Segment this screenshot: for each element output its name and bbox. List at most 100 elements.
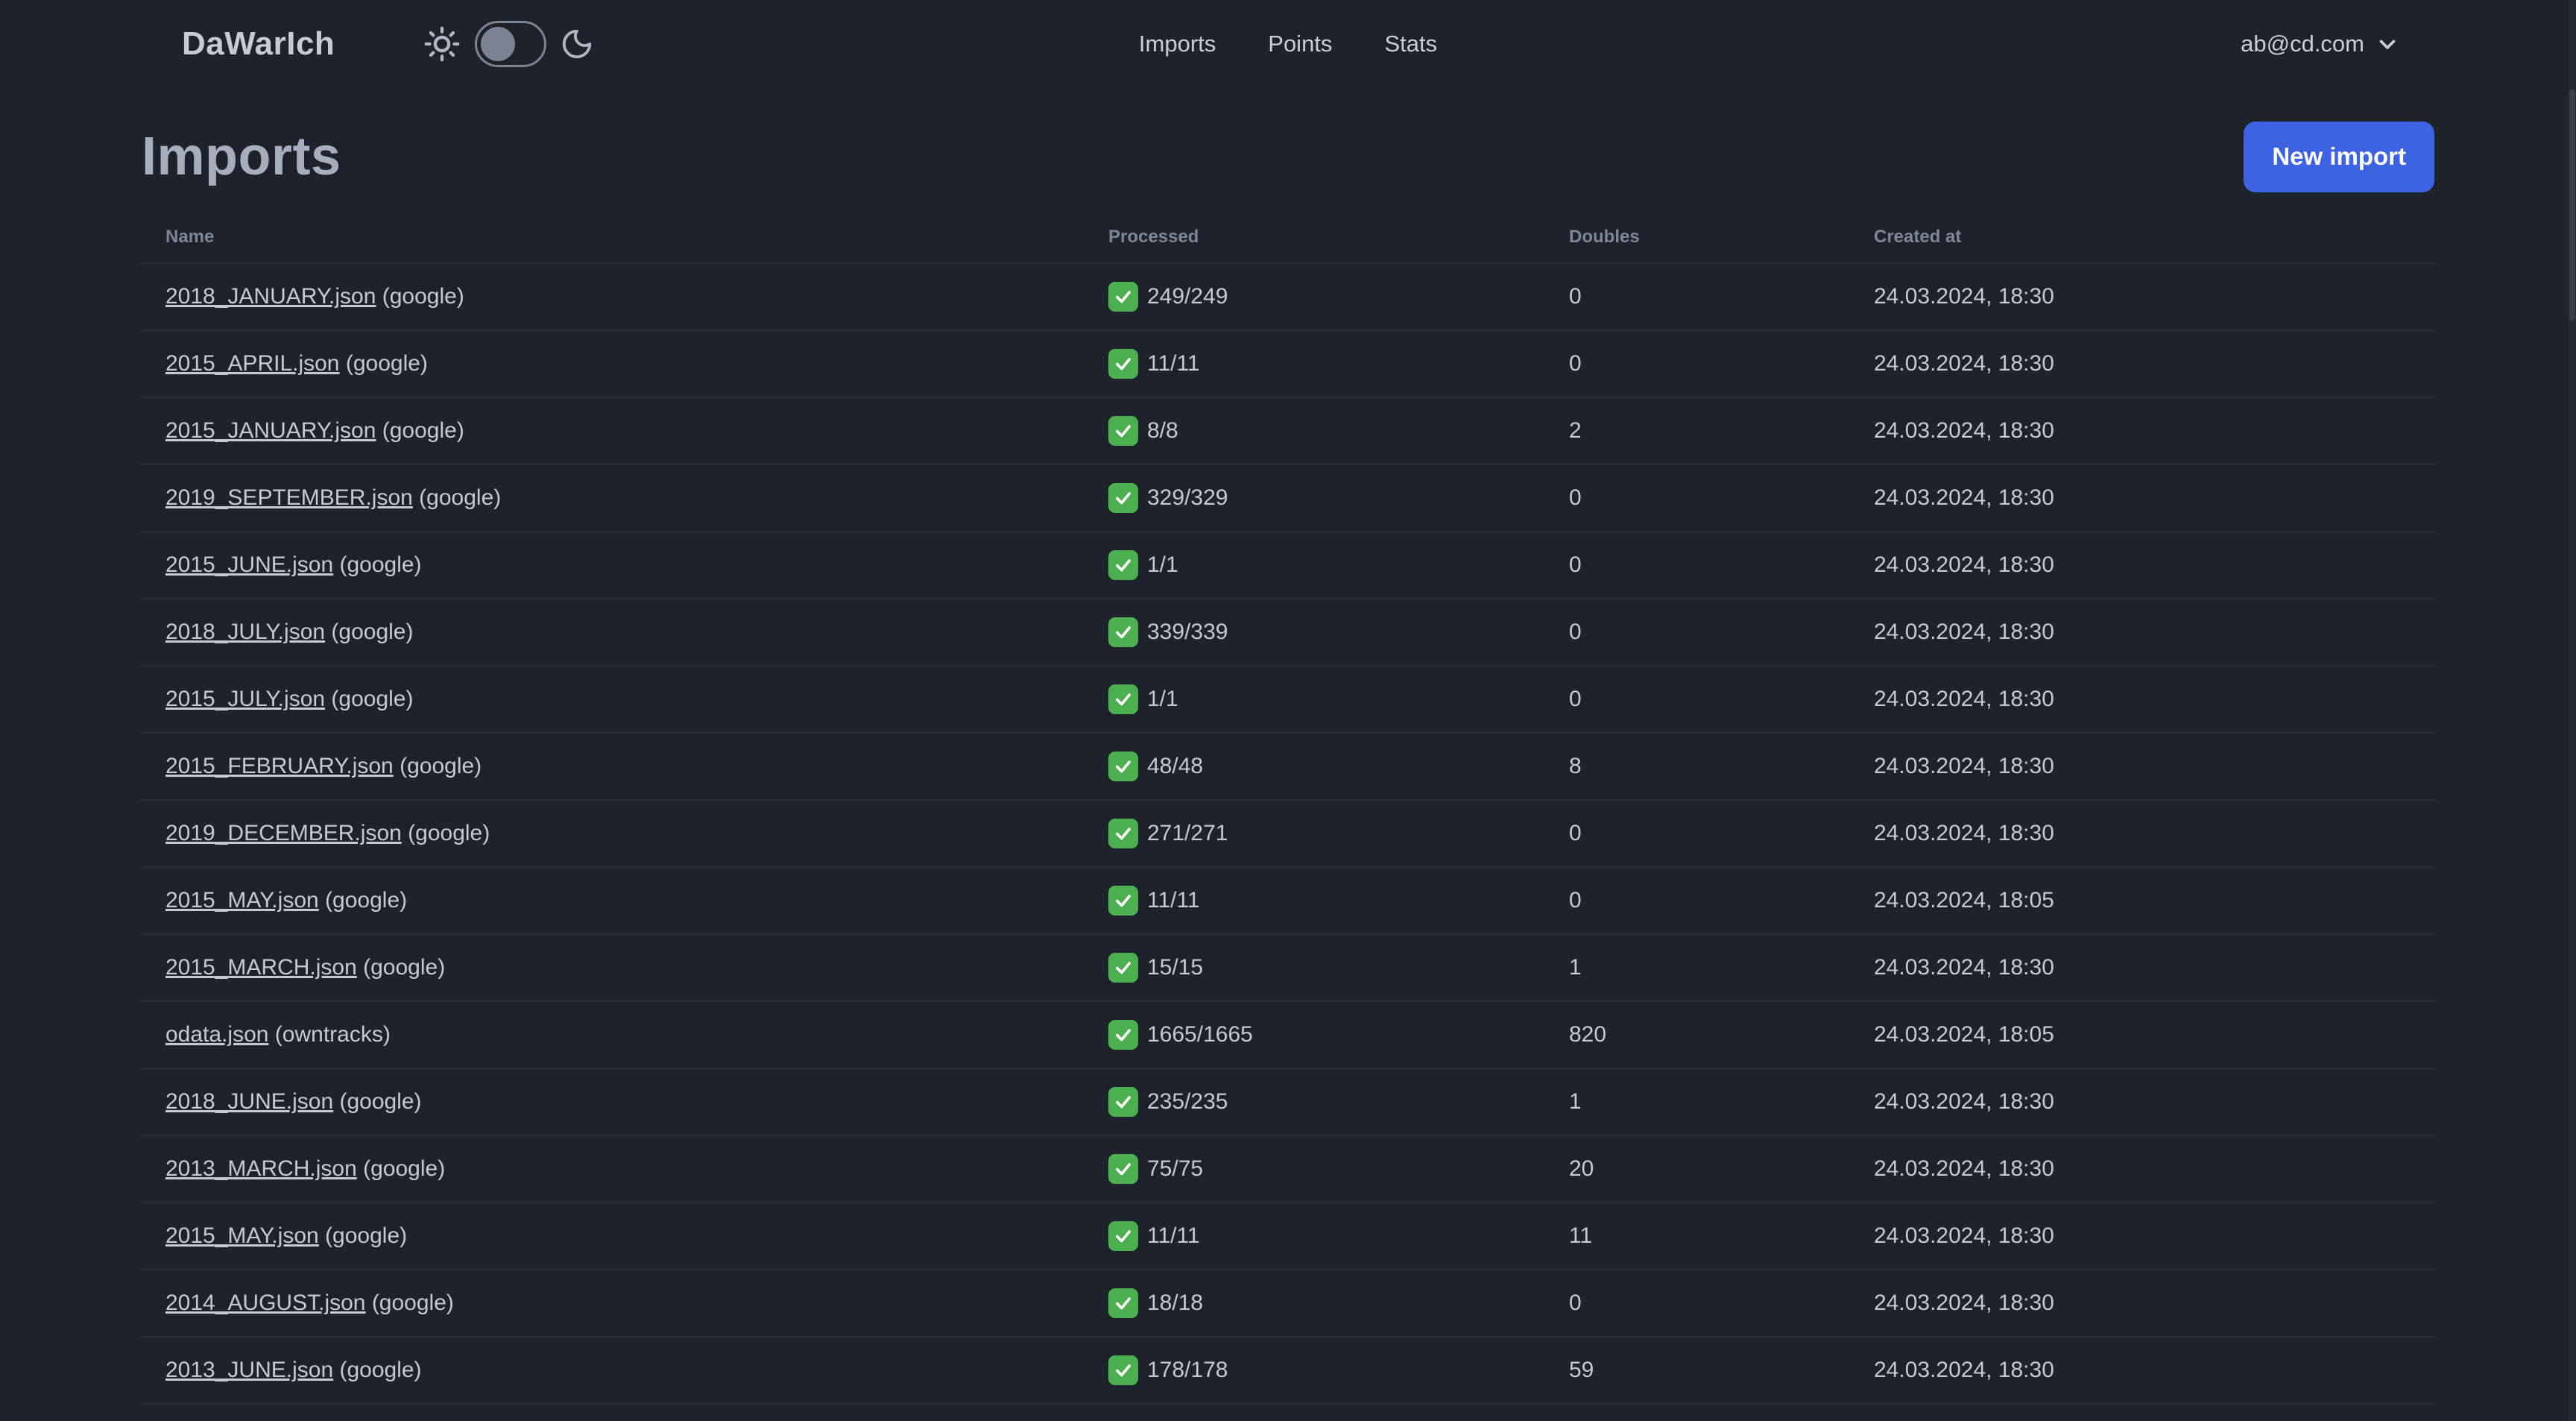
processed-count: 329/329 <box>1147 485 1228 510</box>
import-file-link[interactable]: 2015_MARCH.json <box>165 955 357 980</box>
success-check-icon <box>1108 1154 1138 1184</box>
success-check-icon <box>1108 349 1138 379</box>
import-file-link[interactable]: 2015_APRIL.json <box>165 351 340 376</box>
success-check-icon <box>1108 819 1138 848</box>
page-title: Imports <box>142 127 341 186</box>
table-row: 2019_DECEMBER.json (google) 271/271 0 24.03… <box>142 801 2434 868</box>
success-check-icon <box>1108 684 1138 714</box>
processed-count: 249/249 <box>1147 284 1228 309</box>
table-row: 2018_JANUARY.json (google) 249/249 0 24.03.… <box>142 264 2434 331</box>
import-source: (google) <box>376 284 464 309</box>
nav-link-stats[interactable]: Stats <box>1384 31 1437 57</box>
import-source: (owntracks) <box>268 1022 391 1047</box>
cell-processed: 271/271 <box>1085 819 1545 848</box>
cell-created-at: 24.03.2024, 18:30 <box>1874 485 2054 510</box>
import-source: (google) <box>333 552 422 577</box>
chevron-down-icon <box>2375 31 2400 57</box>
theme-toggle-switch[interactable] <box>475 21 547 67</box>
cell-name: 2014_AUGUST.json (google) <box>142 1291 1085 1316</box>
import-file-link[interactable]: 2018_JUNE.json <box>165 1089 333 1114</box>
import-source: (google) <box>393 754 482 778</box>
import-file-link[interactable]: 2013_MARCH.json <box>165 1156 357 1181</box>
cell-name: 2015_JULY.json (google) <box>142 687 1085 712</box>
account-menu[interactable]: ab@cd.com <box>2241 31 2400 57</box>
cell-processed: 1/1 <box>1085 684 1545 714</box>
success-check-icon <box>1108 617 1138 647</box>
nav-link-points[interactable]: Points <box>1268 31 1332 57</box>
scrollbar[interactable] <box>2569 0 2576 1421</box>
import-source: (google) <box>356 1156 446 1181</box>
cell-doubles: 1 <box>1569 955 1582 980</box>
processed-count: 178/178 <box>1147 1358 1228 1382</box>
cell-created-at: 24.03.2024, 18:30 <box>1874 754 2054 778</box>
cell-doubles: 59 <box>1569 1358 1594 1382</box>
cell-doubles: 2 <box>1569 418 1582 443</box>
cell-created-at: 24.03.2024, 18:05 <box>1874 888 2054 913</box>
import-file-link[interactable]: 2018_JANUARY.json <box>165 284 376 309</box>
import-file-link[interactable]: 2015_MAY.json <box>165 1223 319 1248</box>
cell-processed: 11/11 <box>1085 349 1545 379</box>
import-file-link[interactable]: 2014_AUGUST.json <box>165 1291 365 1315</box>
brand-logo[interactable]: DaWarIch <box>182 25 335 63</box>
import-file-link[interactable]: odata.json <box>165 1022 268 1047</box>
scrollbar-thumb[interactable] <box>2569 89 2575 321</box>
cell-doubles: 0 <box>1569 485 1582 510</box>
import-source: (google) <box>333 1358 422 1382</box>
import-file-link[interactable]: 2015_JANUARY.json <box>165 418 376 443</box>
cell-created-at: 24.03.2024, 18:30 <box>1874 284 2054 309</box>
success-check-icon <box>1108 416 1138 446</box>
cell-doubles: 0 <box>1569 351 1582 376</box>
processed-count: 8/8 <box>1147 418 1178 443</box>
processed-count: 15/15 <box>1147 955 1204 980</box>
table-row: 2018_JULY.json (google) 339/339 0 24.03.202… <box>142 599 2434 667</box>
import-source: (google) <box>325 620 414 644</box>
column-header-name: Name <box>165 227 215 247</box>
account-email: ab@cd.com <box>2241 31 2364 57</box>
cell-name: 2015_APRIL.json (google) <box>142 351 1085 376</box>
table-row: 2019_SEPTEMBER.json (google) 329/329 0 24.0… <box>142 465 2434 532</box>
import-file-link[interactable]: 2015_JUNE.json <box>165 552 333 577</box>
cell-doubles: 0 <box>1569 284 1582 309</box>
cell-name: 2015_MAY.json (google) <box>142 888 1085 913</box>
cell-processed: 235/235 <box>1085 1087 1545 1117</box>
import-source: (google) <box>401 821 490 845</box>
import-file-link[interactable]: 2018_JULY.json <box>165 620 325 644</box>
cell-name: 2019_SEPTEMBER.json (google) <box>142 485 1085 511</box>
cell-created-at: 24.03.2024, 18:30 <box>1874 351 2054 376</box>
success-check-icon <box>1108 752 1138 781</box>
cell-name: 2018_JANUARY.json (google) <box>142 284 1085 309</box>
cell-doubles: 820 <box>1569 1022 1607 1047</box>
cell-processed: 249/249 <box>1085 282 1545 312</box>
cell-processed: 48/48 <box>1085 752 1545 781</box>
processed-count: 18/18 <box>1147 1291 1204 1315</box>
processed-count: 75/75 <box>1147 1156 1204 1181</box>
new-import-button[interactable]: New import <box>2244 121 2434 192</box>
cell-name: 2015_FEBRUARY.json (google) <box>142 754 1085 779</box>
cell-name: 2015_MAY.json (google) <box>142 1223 1085 1249</box>
import-file-link[interactable]: 2013_JUNE.json <box>165 1358 333 1382</box>
table-row: 2015_MAY.json (google) 11/11 11 24.03.2024,… <box>142 1203 2434 1270</box>
import-file-link[interactable]: 2019_SEPTEMBER.json <box>165 485 413 510</box>
table-row: 2018_JUNE.json (google) 235/235 1 24.03.202… <box>142 1069 2434 1136</box>
import-file-link[interactable]: 2015_MAY.json <box>165 888 319 913</box>
nav-link-imports[interactable]: Imports <box>1139 31 1216 57</box>
import-source: (google) <box>376 418 464 443</box>
import-file-link[interactable]: 2015_JULY.json <box>165 687 325 711</box>
import-source: (google) <box>365 1291 454 1315</box>
import-source: (google) <box>318 888 408 913</box>
cell-processed: 18/18 <box>1085 1288 1545 1318</box>
cell-name: 2015_JANUARY.json (google) <box>142 418 1085 444</box>
import-source: (google) <box>333 1089 422 1114</box>
import-file-link[interactable]: 2019_DECEMBER.json <box>165 821 402 845</box>
sun-icon <box>423 25 461 63</box>
cell-doubles: 0 <box>1569 552 1582 577</box>
processed-count: 1/1 <box>1147 687 1178 711</box>
cell-processed: 178/178 <box>1085 1355 1545 1385</box>
cell-created-at: 24.03.2024, 18:30 <box>1874 687 2054 711</box>
import-file-link[interactable]: 2015_FEBRUARY.json <box>165 754 394 778</box>
page-header: Imports New import <box>142 121 2434 192</box>
table-row <box>142 1405 2434 1421</box>
success-check-icon <box>1108 886 1138 916</box>
imports-table: Name Processed Doubles Created at 2018_J… <box>142 212 2434 1421</box>
cell-processed: 15/15 <box>1085 953 1545 983</box>
